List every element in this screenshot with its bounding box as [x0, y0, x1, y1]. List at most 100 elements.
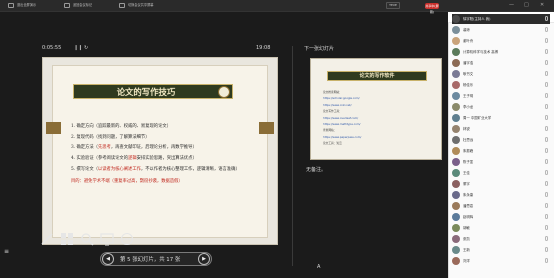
slide-footer: 目的：避免学术不端（重复率过高，剽窃抄袭，数据造假）: [71, 178, 183, 184]
zoom-icon[interactable]: [80, 232, 94, 246]
tab-annotate[interactable]: 返回会议标记: [73, 2, 92, 9]
mic-icon[interactable]: [545, 82, 548, 87]
mic-icon[interactable]: [545, 38, 548, 43]
participant-name: 林锐: [463, 127, 470, 131]
mic-icon[interactable]: [545, 104, 548, 109]
participant-row[interactable]: 董宇: [452, 179, 550, 189]
participant-name: 谢叶舟: [463, 39, 474, 43]
mic-icon[interactable]: [545, 60, 548, 65]
mic-icon[interactable]: [545, 192, 548, 197]
participant-name: 周一 中国矿业大学: [463, 116, 492, 120]
slide-item-prefix: 4. 实验验证（参考阅读论文的: [71, 155, 129, 161]
mic-icon[interactable]: [545, 203, 548, 208]
participant-name: 王新: [463, 248, 470, 252]
slide-item: 4. 实验验证（参考阅读论文的逻辑安排实验思路，突出算法优点）: [71, 154, 256, 165]
pane-divider: [292, 46, 293, 266]
next-slide-preview[interactable]: 论文的写作软件 论文检索网站： https://scholar.google.c…: [310, 58, 442, 160]
slide-item: 1. 确定方向（追踪最新的、权威的、易复现的论文）: [71, 124, 171, 129]
participant-row[interactable]: 赵明辉: [452, 212, 550, 222]
tab-exit-fullscreen[interactable]: 退出全屏演示: [17, 2, 36, 9]
mic-icon[interactable]: [545, 214, 548, 219]
slide-item: 3. 确定方法（先思考，再查文献印证，后理论分析，再数学推导）: [71, 143, 256, 154]
participant-row[interactable]: 计算机科学与技术 高博: [452, 47, 550, 57]
maximize-button[interactable]: □: [524, 2, 529, 9]
participant-row[interactable]: 林锐: [452, 124, 550, 134]
tab-switch-share[interactable]: 切换会议共享屏幕: [128, 2, 154, 9]
participant-row[interactable]: 周一 中国矿业大学: [452, 113, 550, 123]
mic-icon[interactable]: [545, 247, 548, 252]
participant-name: 潘思嘉: [463, 204, 474, 208]
black-screen-icon[interactable]: [100, 232, 114, 246]
avatar: [452, 103, 460, 111]
slide-item-list: 1. 确定方向（追踪最新的、权威的、易复现的论文） 2. 复现代码（找到问题，了…: [71, 122, 256, 187]
avatar: [452, 147, 460, 155]
mic-icon[interactable]: [545, 27, 548, 32]
participant-row[interactable]: 潘宇浩: [452, 58, 550, 68]
participant-row[interactable]: 谢叶舟: [452, 36, 550, 46]
participant-row[interactable]: 王佳: [452, 168, 550, 178]
next-slide-label: 下一张幻灯片: [304, 46, 335, 52]
minimize-button[interactable]: —: [509, 2, 514, 9]
participant-row[interactable]: 裴琼: [452, 25, 550, 35]
mic-icon[interactable]: [545, 225, 548, 230]
reset-icon[interactable]: ↻: [84, 45, 88, 51]
participant-row[interactable]: 王新: [452, 245, 550, 255]
mic-icon[interactable]: [545, 170, 548, 175]
sharing-badge[interactable]: 共享中(屏幕): [425, 3, 439, 14]
participant-row[interactable]: 潘思嘉: [452, 201, 550, 211]
participant-row[interactable]: 陈子墨: [452, 157, 550, 167]
next-slide-button[interactable]: ▶: [198, 253, 210, 265]
slide-item: 5. 撰写论文（以读者为核心阐述工作，不以作者为核心整理工作，逻辑清晰，语言准确…: [71, 166, 256, 174]
participant-name: 计算机科学与技术 高博: [463, 50, 498, 54]
slide-item-suffix: 安排实验思路，突出算法优点）: [136, 155, 197, 161]
mic-icon[interactable]: [545, 148, 548, 153]
mic-icon[interactable]: [545, 49, 548, 54]
participant-row[interactable]: 杜思远: [452, 135, 550, 145]
mic-icon[interactable]: [545, 181, 548, 186]
mic-icon[interactable]: [545, 16, 548, 21]
mic-icon[interactable]: [545, 236, 548, 241]
participant-name: 张凯: [463, 237, 470, 241]
mic-icon[interactable]: [545, 126, 548, 131]
avatar: [452, 191, 460, 199]
slides-grid-icon[interactable]: [60, 232, 74, 246]
close-button[interactable]: ✕: [540, 2, 544, 9]
avatar: [452, 235, 460, 243]
slide-item-highlight: 以读者为核心阐述工作: [97, 167, 141, 173]
participant-row[interactable]: 王子玥: [452, 91, 550, 101]
mic-icon[interactable]: [545, 159, 548, 164]
next-slide-lines: 论文检索网站： https://scholar.google.com/ http…: [323, 89, 431, 147]
participant-row[interactable]: 杨佳乐: [452, 80, 550, 90]
mic-icon[interactable]: [545, 258, 548, 263]
font-size-icon[interactable]: A: [317, 264, 320, 270]
mic-icon[interactable]: [545, 115, 548, 120]
university-seal-icon: [218, 86, 230, 98]
participant-row[interactable]: 张凯: [452, 234, 550, 244]
participant-name: 董宇: [463, 182, 470, 186]
annotate-icon: [64, 3, 70, 8]
avatar: [452, 169, 460, 177]
avatar: [452, 92, 460, 100]
previous-slide-button[interactable]: ◀: [102, 253, 114, 265]
mic-icon[interactable]: [545, 137, 548, 142]
avatar: [452, 224, 460, 232]
participant-row[interactable]: 朱振峰: [452, 146, 550, 156]
participant-name: 朱振峰: [463, 149, 474, 153]
menu-icon[interactable]: ≡: [4, 248, 9, 255]
participant-row[interactable]: 李小龙: [452, 102, 550, 112]
participant-row[interactable]: 朱永康: [452, 190, 550, 200]
participant-row[interactable]: 徐宇阳(主持人 我): [452, 14, 550, 24]
pen-icon[interactable]: [40, 232, 54, 246]
participant-name: 陈子墨: [463, 160, 474, 164]
more-options-icon[interactable]: [120, 232, 134, 246]
participant-row[interactable]: 耿书文: [452, 69, 550, 79]
participant-name: 潘宇浩: [463, 61, 474, 65]
participant-name: 李小龙: [463, 105, 474, 109]
share-screen-icon: [119, 3, 125, 8]
participant-row[interactable]: 刘洋: [452, 256, 550, 266]
slide-item-suffix: ，再查文献印证，后理论分析，再数学推导）: [110, 145, 197, 151]
mic-icon[interactable]: [545, 93, 548, 98]
mic-icon[interactable]: [545, 71, 548, 76]
participant-row[interactable]: 胡敏: [452, 223, 550, 233]
pause-icon[interactable]: ❙❙: [74, 45, 82, 51]
